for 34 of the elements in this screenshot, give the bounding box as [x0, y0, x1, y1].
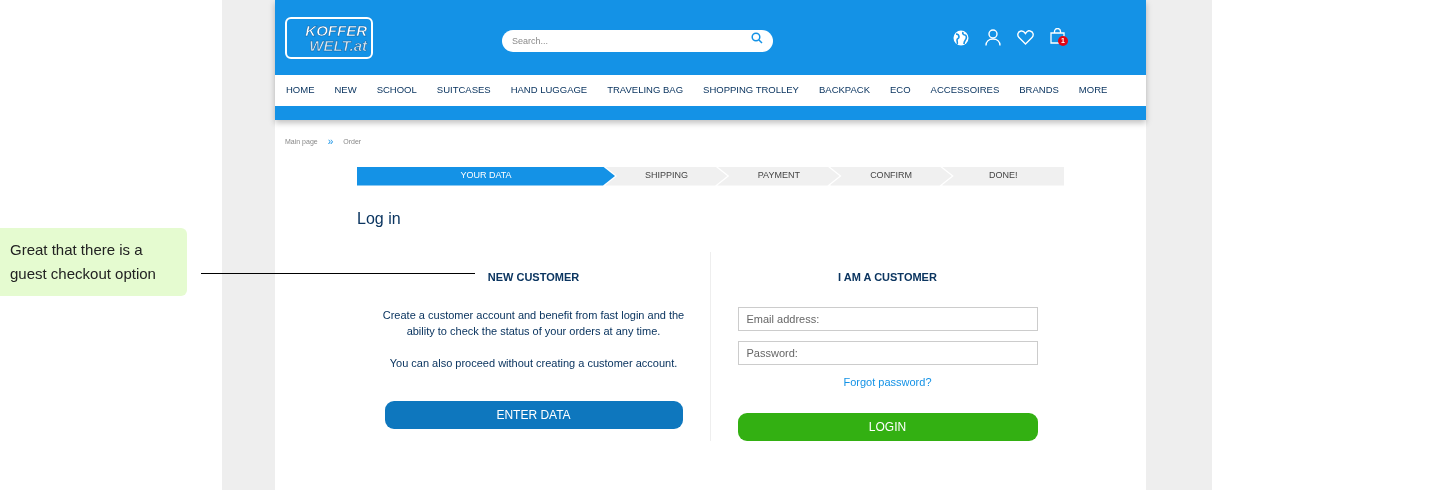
- nav-link[interactable]: HAND LUGGAGE: [500, 83, 598, 98]
- search-icon[interactable]: [751, 31, 763, 44]
- password-field[interactable]: Password:: [737, 341, 1038, 365]
- user-icon[interactable]: [985, 29, 1001, 46]
- nav-link[interactable]: ECO: [880, 83, 921, 98]
- nav-link[interactable]: MORE: [1068, 83, 1118, 98]
- nav-link[interactable]: ACCESSOIRES: [920, 83, 1010, 98]
- page-title: Log in: [357, 208, 401, 229]
- nav-link[interactable]: SHOPPING TROLLEY: [693, 83, 809, 98]
- checkout-step: YOUR DATA: [357, 166, 615, 186]
- section-heading: I AM A CUSTOMER: [838, 269, 937, 285]
- logo-text: WELT.at: [309, 37, 367, 53]
- globe-icon[interactable]: [953, 29, 969, 46]
- nav-link[interactable]: HOME: [276, 83, 325, 98]
- annotation-note: Great that there is a guest checkout option: [0, 228, 187, 296]
- breadcrumb-separator: »: [327, 137, 334, 148]
- heart-icon[interactable]: [1017, 30, 1034, 45]
- nav-link[interactable]: TRAVELING BAG: [597, 83, 694, 98]
- nav-link[interactable]: SUITCASES: [426, 83, 501, 98]
- enter-data-button[interactable]: ENTER DATA: [384, 401, 683, 429]
- checkout-step: DONE!: [941, 166, 1064, 186]
- section-heading: NEW CUSTOMER: [487, 269, 580, 285]
- checkout-step: SHIPPING: [605, 166, 728, 186]
- search-field[interactable]: Search...: [502, 29, 773, 52]
- email-field[interactable]: Email address:: [737, 307, 1038, 331]
- nav-link[interactable]: BACKPACK: [808, 83, 880, 98]
- nav-link[interactable]: NEW: [324, 83, 367, 98]
- info-paragraph: Create a customer account and benefit from fast login and the ability to check the status of your orders at any time.: [381, 308, 686, 339]
- nav-link[interactable]: BRANDS: [1009, 83, 1069, 98]
- info-paragraph: You can also proceed without creating a customer account.: [388, 356, 679, 371]
- checkout-step: CONFIRM: [829, 166, 952, 186]
- nav-link[interactable]: SCHOOL: [366, 83, 427, 98]
- checkout-step: PAYMENT: [717, 166, 840, 186]
- logo-text: KOFFER: [305, 22, 367, 38]
